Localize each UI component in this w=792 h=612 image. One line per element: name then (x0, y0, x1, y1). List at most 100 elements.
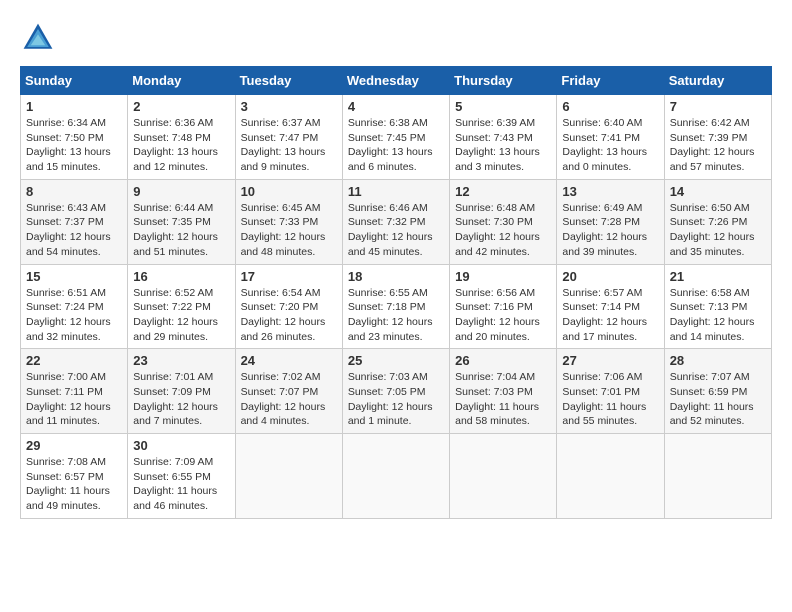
day-info: Sunrise: 6:54 AMSunset: 7:20 PMDaylight:… (241, 287, 326, 343)
weekday-header: Tuesday (235, 67, 342, 95)
calendar-day-cell: 16 Sunrise: 6:52 AMSunset: 7:22 PMDaylig… (128, 264, 235, 349)
day-number: 19 (455, 269, 551, 284)
day-number: 17 (241, 269, 337, 284)
day-info: Sunrise: 7:00 AMSunset: 7:11 PMDaylight:… (26, 371, 111, 427)
day-info: Sunrise: 6:55 AMSunset: 7:18 PMDaylight:… (348, 287, 433, 343)
calendar-day-cell: 7 Sunrise: 6:42 AMSunset: 7:39 PMDayligh… (664, 95, 771, 180)
day-number: 1 (26, 99, 122, 114)
day-info: Sunrise: 6:42 AMSunset: 7:39 PMDaylight:… (670, 117, 755, 173)
calendar-day-cell (557, 434, 664, 519)
calendar-day-cell: 28 Sunrise: 7:07 AMSunset: 6:59 PMDaylig… (664, 349, 771, 434)
day-number: 6 (562, 99, 658, 114)
day-info: Sunrise: 6:58 AMSunset: 7:13 PMDaylight:… (670, 287, 755, 343)
calendar-day-cell: 30 Sunrise: 7:09 AMSunset: 6:55 PMDaylig… (128, 434, 235, 519)
day-info: Sunrise: 6:34 AMSunset: 7:50 PMDaylight:… (26, 117, 111, 173)
day-info: Sunrise: 6:46 AMSunset: 7:32 PMDaylight:… (348, 202, 433, 258)
day-number: 14 (670, 184, 766, 199)
day-info: Sunrise: 6:57 AMSunset: 7:14 PMDaylight:… (562, 287, 647, 343)
calendar-day-cell: 4 Sunrise: 6:38 AMSunset: 7:45 PMDayligh… (342, 95, 449, 180)
day-number: 9 (133, 184, 229, 199)
logo (20, 20, 62, 56)
day-info: Sunrise: 6:40 AMSunset: 7:41 PMDaylight:… (562, 117, 647, 173)
calendar-day-cell: 13 Sunrise: 6:49 AMSunset: 7:28 PMDaylig… (557, 179, 664, 264)
day-number: 11 (348, 184, 444, 199)
day-number: 18 (348, 269, 444, 284)
day-number: 27 (562, 353, 658, 368)
day-number: 16 (133, 269, 229, 284)
day-number: 23 (133, 353, 229, 368)
calendar-day-cell: 15 Sunrise: 6:51 AMSunset: 7:24 PMDaylig… (21, 264, 128, 349)
calendar-day-cell: 21 Sunrise: 6:58 AMSunset: 7:13 PMDaylig… (664, 264, 771, 349)
day-info: Sunrise: 7:01 AMSunset: 7:09 PMDaylight:… (133, 371, 218, 427)
calendar-day-cell: 9 Sunrise: 6:44 AMSunset: 7:35 PMDayligh… (128, 179, 235, 264)
calendar-day-cell (450, 434, 557, 519)
weekday-header: Sunday (21, 67, 128, 95)
day-number: 21 (670, 269, 766, 284)
day-number: 10 (241, 184, 337, 199)
calendar-day-cell: 1 Sunrise: 6:34 AMSunset: 7:50 PMDayligh… (21, 95, 128, 180)
day-number: 4 (348, 99, 444, 114)
day-number: 24 (241, 353, 337, 368)
calendar-week-row: 22 Sunrise: 7:00 AMSunset: 7:11 PMDaylig… (21, 349, 772, 434)
day-info: Sunrise: 6:56 AMSunset: 7:16 PMDaylight:… (455, 287, 540, 343)
day-number: 20 (562, 269, 658, 284)
day-number: 13 (562, 184, 658, 199)
weekday-header: Wednesday (342, 67, 449, 95)
day-info: Sunrise: 6:36 AMSunset: 7:48 PMDaylight:… (133, 117, 218, 173)
day-info: Sunrise: 6:37 AMSunset: 7:47 PMDaylight:… (241, 117, 326, 173)
day-info: Sunrise: 6:39 AMSunset: 7:43 PMDaylight:… (455, 117, 540, 173)
calendar-week-row: 8 Sunrise: 6:43 AMSunset: 7:37 PMDayligh… (21, 179, 772, 264)
logo-icon (20, 20, 56, 56)
calendar-week-row: 1 Sunrise: 6:34 AMSunset: 7:50 PMDayligh… (21, 95, 772, 180)
calendar-day-cell (342, 434, 449, 519)
calendar-day-cell: 20 Sunrise: 6:57 AMSunset: 7:14 PMDaylig… (557, 264, 664, 349)
day-info: Sunrise: 7:07 AMSunset: 6:59 PMDaylight:… (670, 371, 754, 427)
day-number: 5 (455, 99, 551, 114)
day-number: 7 (670, 99, 766, 114)
day-info: Sunrise: 6:48 AMSunset: 7:30 PMDaylight:… (455, 202, 540, 258)
calendar-day-cell: 19 Sunrise: 6:56 AMSunset: 7:16 PMDaylig… (450, 264, 557, 349)
calendar-day-cell: 10 Sunrise: 6:45 AMSunset: 7:33 PMDaylig… (235, 179, 342, 264)
day-info: Sunrise: 6:51 AMSunset: 7:24 PMDaylight:… (26, 287, 111, 343)
day-number: 28 (670, 353, 766, 368)
day-info: Sunrise: 7:08 AMSunset: 6:57 PMDaylight:… (26, 456, 110, 512)
weekday-header: Saturday (664, 67, 771, 95)
day-number: 15 (26, 269, 122, 284)
day-number: 30 (133, 438, 229, 453)
day-number: 2 (133, 99, 229, 114)
calendar-day-cell: 17 Sunrise: 6:54 AMSunset: 7:20 PMDaylig… (235, 264, 342, 349)
calendar-day-cell: 11 Sunrise: 6:46 AMSunset: 7:32 PMDaylig… (342, 179, 449, 264)
day-number: 3 (241, 99, 337, 114)
calendar-week-row: 15 Sunrise: 6:51 AMSunset: 7:24 PMDaylig… (21, 264, 772, 349)
calendar-day-cell: 2 Sunrise: 6:36 AMSunset: 7:48 PMDayligh… (128, 95, 235, 180)
day-info: Sunrise: 6:52 AMSunset: 7:22 PMDaylight:… (133, 287, 218, 343)
calendar-day-cell: 3 Sunrise: 6:37 AMSunset: 7:47 PMDayligh… (235, 95, 342, 180)
day-info: Sunrise: 6:43 AMSunset: 7:37 PMDaylight:… (26, 202, 111, 258)
day-info: Sunrise: 7:09 AMSunset: 6:55 PMDaylight:… (133, 456, 217, 512)
day-number: 22 (26, 353, 122, 368)
day-info: Sunrise: 6:49 AMSunset: 7:28 PMDaylight:… (562, 202, 647, 258)
calendar-day-cell: 18 Sunrise: 6:55 AMSunset: 7:18 PMDaylig… (342, 264, 449, 349)
calendar-week-row: 29 Sunrise: 7:08 AMSunset: 6:57 PMDaylig… (21, 434, 772, 519)
calendar-day-cell: 14 Sunrise: 6:50 AMSunset: 7:26 PMDaylig… (664, 179, 771, 264)
day-info: Sunrise: 6:45 AMSunset: 7:33 PMDaylight:… (241, 202, 326, 258)
calendar-day-cell: 22 Sunrise: 7:00 AMSunset: 7:11 PMDaylig… (21, 349, 128, 434)
day-info: Sunrise: 7:03 AMSunset: 7:05 PMDaylight:… (348, 371, 433, 427)
calendar-day-cell: 27 Sunrise: 7:06 AMSunset: 7:01 PMDaylig… (557, 349, 664, 434)
calendar-day-cell: 12 Sunrise: 6:48 AMSunset: 7:30 PMDaylig… (450, 179, 557, 264)
weekday-header: Thursday (450, 67, 557, 95)
calendar-day-cell: 26 Sunrise: 7:04 AMSunset: 7:03 PMDaylig… (450, 349, 557, 434)
weekday-header: Friday (557, 67, 664, 95)
calendar-day-cell (235, 434, 342, 519)
day-info: Sunrise: 7:04 AMSunset: 7:03 PMDaylight:… (455, 371, 539, 427)
weekday-header: Monday (128, 67, 235, 95)
calendar-day-cell: 6 Sunrise: 6:40 AMSunset: 7:41 PMDayligh… (557, 95, 664, 180)
calendar-day-cell: 25 Sunrise: 7:03 AMSunset: 7:05 PMDaylig… (342, 349, 449, 434)
calendar-day-cell: 23 Sunrise: 7:01 AMSunset: 7:09 PMDaylig… (128, 349, 235, 434)
calendar-day-cell: 5 Sunrise: 6:39 AMSunset: 7:43 PMDayligh… (450, 95, 557, 180)
header (20, 20, 772, 56)
day-number: 8 (26, 184, 122, 199)
calendar-header-row: SundayMondayTuesdayWednesdayThursdayFrid… (21, 67, 772, 95)
day-info: Sunrise: 6:50 AMSunset: 7:26 PMDaylight:… (670, 202, 755, 258)
day-number: 25 (348, 353, 444, 368)
